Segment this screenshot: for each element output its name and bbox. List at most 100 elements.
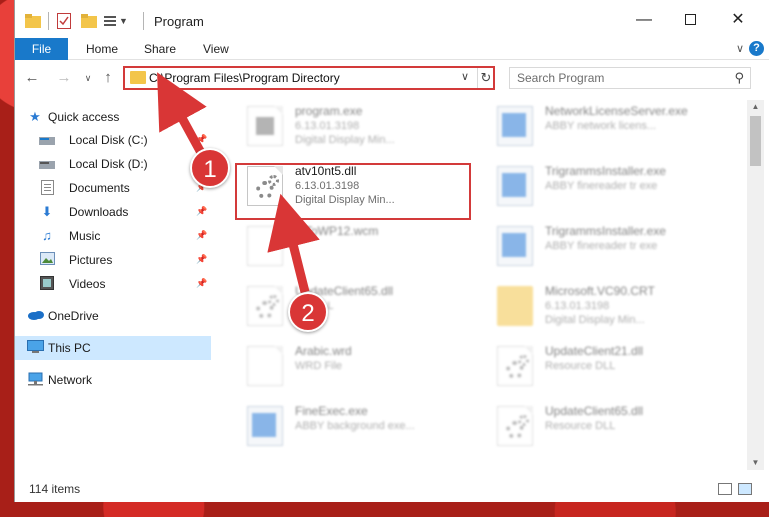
refresh-icon[interactable]: ↻ [477,68,494,88]
file-name: FineExec.exe [295,404,368,418]
file-version: 6.13.01.3198 [545,300,610,312]
file-name: Arabic.wrd [295,344,352,358]
back-arrow-icon[interactable]: ← [23,69,41,87]
tab-file[interactable]: File [15,38,68,60]
ribbon: File Home Share View ∨ ? [15,38,769,60]
explorer-window: ▼ Program — ✕ File Home Share View ∨ ? ←… [14,0,769,502]
chevron-down-icon[interactable]: ∨ [736,42,744,55]
navigation-pane: ★ Quick access Local Disk (C:) 📌 Local D… [15,100,211,470]
status-bar: 114 items [15,478,769,500]
scroll-down-icon[interactable]: ▼ [747,456,764,470]
item-count: 114 items [29,482,81,496]
file-item[interactable]: TrigrammsInstaller.exe ABBY finereader tr… [487,220,717,274]
file-item[interactable]: program.exe 6.13.01.3198 Digital Display M… [237,100,467,154]
sidebar-item-label: Quick access [48,110,120,124]
file-item[interactable]: ...ToWP12.wcm [237,220,467,274]
file-icon [247,346,283,386]
sidebar-item-music[interactable]: ♫ Music 📌 [15,224,211,248]
folder-icon [497,286,533,326]
pin-icon[interactable]: 📌 [196,230,207,241]
minimize-button[interactable]: — [621,6,667,34]
file-version: WRD File [295,360,343,372]
file-item[interactable]: NetworkLicenseServer.exe ABBY network lic… [487,100,717,154]
sidebar-item-network[interactable]: Network [15,368,211,392]
search-icon[interactable]: ⚲ [734,70,744,86]
sidebar-item-local-disk-d[interactable]: Local Disk (D:) 📌 [15,152,211,176]
recent-locations-icon[interactable]: ∨ [79,69,97,87]
maximize-button[interactable] [667,6,713,34]
sidebar-item-label: Videos [69,277,106,291]
close-button[interactable]: ✕ [715,6,761,34]
pin-icon[interactable]: 📌 [196,206,207,217]
pin-icon[interactable]: 📌 [196,278,207,289]
sidebar-item-videos[interactable]: Videos 📌 [15,272,211,296]
file-version: ABBY background exe... [295,420,415,432]
address-path[interactable]: C:\Program Files\Program Directory [149,71,340,85]
help-icon[interactable]: ? [749,41,764,56]
file-item[interactable]: TrigrammsInstaller.exe ABBY finereader tr… [487,160,717,214]
target-file-highlight [235,163,471,220]
file-version: Resource DLL [545,420,616,432]
application-icon [497,226,533,266]
file-version: ABBY network licens... [545,120,657,132]
file-item[interactable]: UpdateClient65.dll...e DLL [237,280,467,334]
large-icons-view-icon[interactable] [738,483,752,495]
sidebar-item-label: Documents [69,181,130,195]
sidebar-item-label: Network [48,373,93,387]
details-view-icon[interactable] [718,483,732,495]
folder-icon[interactable] [25,12,41,30]
application-icon [247,406,283,446]
chevron-down-icon[interactable]: ∨ [461,70,469,83]
dll-file-icon [497,346,533,386]
pin-icon[interactable]: 📌 [196,254,207,265]
exe-file-icon [247,106,283,146]
file-list: program.exe 6.13.01.3198 Digital Display M… [227,100,743,470]
properties-icon[interactable] [57,12,71,30]
step-2-badge: 2 [288,292,328,332]
dll-file-icon [247,286,283,326]
customize-icon[interactable] [103,12,117,30]
file-item[interactable]: UpdateClient65.dll Resource DLL [487,400,717,454]
sidebar-item-label: This PC [48,341,91,355]
window-title: Program [154,14,204,29]
pin-icon[interactable]: 📌 [196,134,207,145]
file-description: Digital Display Min... [295,134,395,146]
file-item[interactable]: Microsoft.VC90.CRT 6.13.01.3198 Digital Di… [487,280,717,334]
tab-share[interactable]: Share [144,38,176,60]
sidebar-item-onedrive[interactable]: OneDrive [15,304,211,328]
application-icon [497,166,533,206]
music-icon: ♫ [42,228,52,243]
download-icon: ⬇ [41,204,53,219]
file-description: Digital Display Min... [545,314,645,326]
drive-icon [39,132,55,148]
drive-icon [39,156,55,172]
sidebar-item-local-disk-c[interactable]: Local Disk (C:) 📌 [15,128,211,152]
vertical-scrollbar[interactable]: ▲ ▼ [747,100,764,470]
new-folder-icon[interactable] [81,12,97,30]
address-bar[interactable]: C:\Program Files\Program Directory ∨ ↻ [123,66,495,90]
scrollbar-thumb[interactable] [750,116,761,166]
chevron-down-icon[interactable]: ▼ [119,12,128,30]
step-1-badge: 1 [190,148,230,188]
search-input[interactable]: Search Program ⚲ [509,67,751,89]
file-version: Resource DLL [545,360,616,372]
dll-file-icon [497,406,533,446]
divider [48,12,49,30]
navigation-bar: ← → ∨ ↑ C:\Program Files\Program Directo… [15,61,769,95]
tab-home[interactable]: Home [86,38,118,60]
file-item[interactable]: Arabic.wrd WRD File [237,340,467,394]
sidebar-item-this-pc[interactable]: This PC [15,336,211,360]
scroll-up-icon[interactable]: ▲ [747,100,764,114]
tab-view[interactable]: View [203,38,229,60]
up-arrow-icon[interactable]: ↑ [99,69,117,87]
forward-arrow-icon[interactable]: → [55,69,73,87]
sidebar-item-label: Downloads [69,205,129,219]
search-placeholder: Search Program [517,71,605,85]
sidebar-item-quick-access[interactable]: ★ Quick access [15,105,211,129]
sidebar-item-documents[interactable]: Documents 📌 [15,176,211,200]
sidebar-item-pictures[interactable]: Pictures 📌 [15,248,211,272]
sidebar-item-downloads[interactable]: ⬇ Downloads 📌 [15,200,211,224]
file-item[interactable]: UpdateClient21.dll Resource DLL [487,340,717,394]
file-item[interactable]: FineExec.exe ABBY background exe... [237,400,467,454]
computer-icon [27,340,44,356]
